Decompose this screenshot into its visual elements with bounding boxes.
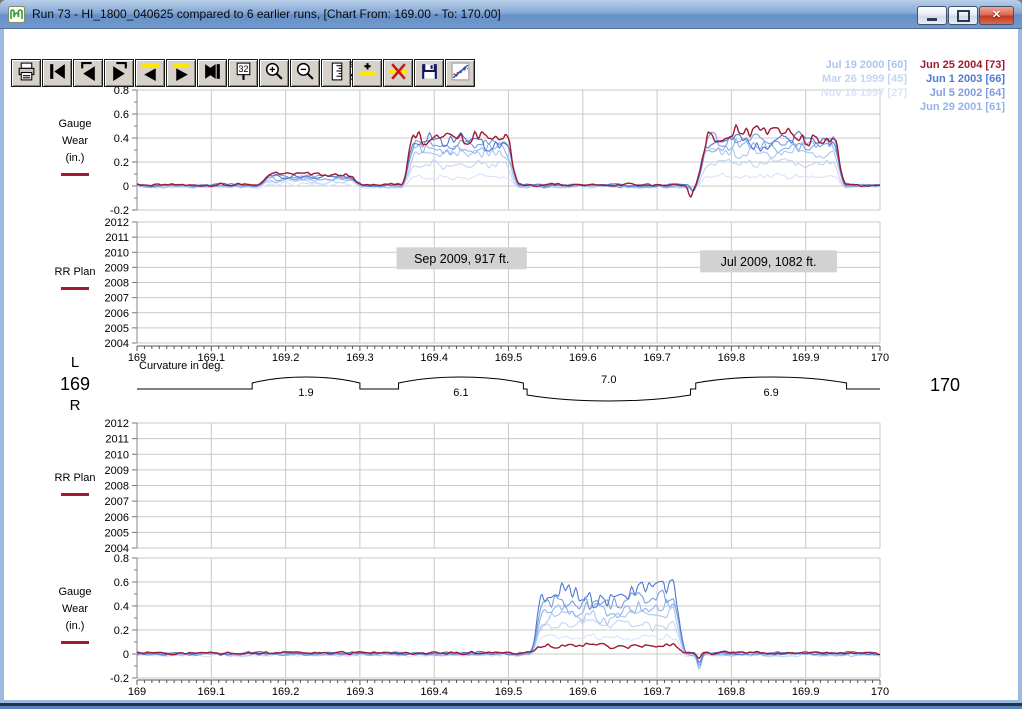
rail-mile-block-left: L 169 R bbox=[40, 352, 110, 416]
app-icon bbox=[8, 6, 25, 23]
section-forward-icon bbox=[109, 61, 130, 85]
side-label-line: Gauge bbox=[40, 584, 110, 601]
legend-entry: Nov 18 1997 [27] bbox=[821, 86, 907, 100]
save-icon bbox=[419, 61, 440, 85]
legend-entry: Jun 29 2001 [61] bbox=[920, 100, 1005, 114]
trend-chart-button[interactable] bbox=[445, 59, 475, 87]
gauge-wear-label-bottom: GaugeWear(in.) bbox=[40, 584, 110, 644]
section-forward-button[interactable] bbox=[104, 59, 134, 87]
legend-entry: Mar 26 1999 [45] bbox=[821, 72, 907, 86]
left-rail-label: L bbox=[40, 352, 110, 373]
gauge-wear-label-top: GaugeWear(in.) bbox=[40, 116, 110, 176]
side-label-line: Gauge bbox=[40, 116, 110, 133]
side-label-line: (in.) bbox=[40, 150, 110, 167]
rr-plan-swatch-bottom bbox=[61, 493, 89, 496]
window-controls: ✕ bbox=[917, 6, 1014, 25]
legend-right-column: Jun 25 2004 [73]Jun 1 2003 [66]Jul 5 200… bbox=[920, 58, 1005, 114]
window-content: 32 Jul 19 2000 [60]Mar 26 1999 [45]Nov 1… bbox=[4, 29, 1018, 700]
legend-entry: Jul 19 2000 [60] bbox=[821, 58, 907, 72]
window-title: Run 73 - HI_1800_040625 compared to 6 ea… bbox=[32, 7, 501, 21]
highlight-back-button[interactable] bbox=[135, 59, 165, 87]
step-forward-icon bbox=[202, 61, 223, 85]
remove-highlight-button[interactable] bbox=[383, 59, 413, 87]
minimize-button[interactable] bbox=[917, 6, 947, 25]
app-window: Run 73 - HI_1800_040625 compared to 6 ea… bbox=[0, 0, 1022, 709]
side-label-line: (in.) bbox=[40, 618, 110, 635]
side-label-line: Wear bbox=[40, 133, 110, 150]
mile-right-label: 170 bbox=[900, 375, 990, 396]
step-back-button[interactable] bbox=[42, 59, 72, 87]
zoom-out-icon bbox=[295, 61, 316, 85]
minimize-icon bbox=[927, 18, 937, 21]
section-back-icon bbox=[78, 61, 99, 85]
milepost-button[interactable]: 32 bbox=[228, 59, 258, 87]
print-button[interactable] bbox=[11, 59, 41, 87]
ruler-button[interactable] bbox=[321, 59, 351, 87]
milepost-icon: 32 bbox=[233, 61, 254, 85]
step-forward-button[interactable] bbox=[197, 59, 227, 87]
rr-plan-label-top: RR Plan bbox=[40, 264, 110, 290]
remove-highlight-icon bbox=[388, 61, 409, 85]
right-rail-label: R bbox=[40, 395, 110, 416]
highlight-back-icon bbox=[140, 61, 161, 85]
rr-plan-label-bottom: RR Plan bbox=[40, 470, 110, 496]
close-icon: ✕ bbox=[992, 10, 1001, 21]
ruler-icon bbox=[326, 61, 347, 85]
printer-icon bbox=[16, 61, 37, 85]
add-highlight-button[interactable] bbox=[352, 59, 382, 87]
maximize-icon bbox=[957, 10, 970, 22]
highlight-forward-icon bbox=[171, 61, 192, 85]
close-button[interactable]: ✕ bbox=[979, 6, 1014, 25]
legend-entry: Jun 1 2003 [66] bbox=[920, 72, 1005, 86]
section-back-button[interactable] bbox=[73, 59, 103, 87]
save-button[interactable] bbox=[414, 59, 444, 87]
legend: Jul 19 2000 [60]Mar 26 1999 [45]Nov 18 1… bbox=[821, 58, 1005, 114]
series-swatch bbox=[61, 641, 89, 644]
trend-chart-icon bbox=[450, 61, 471, 85]
step-back-icon bbox=[47, 61, 68, 85]
legend-entry: Jul 5 2002 [64] bbox=[920, 86, 1005, 100]
mile-left-label: 169 bbox=[40, 373, 110, 395]
series-swatch bbox=[61, 173, 89, 176]
legend-entry: Jun 25 2004 [73] bbox=[920, 58, 1005, 72]
maximize-button[interactable] bbox=[948, 6, 978, 25]
highlight-forward-button[interactable] bbox=[166, 59, 196, 87]
zoom-out-button[interactable] bbox=[290, 59, 320, 87]
zoom-in-button[interactable] bbox=[259, 59, 289, 87]
legend-left-column: Jul 19 2000 [60]Mar 26 1999 [45]Nov 18 1… bbox=[821, 58, 907, 114]
rr-plan-swatch-top bbox=[61, 287, 89, 290]
zoom-in-icon bbox=[264, 61, 285, 85]
side-label-line: Wear bbox=[40, 601, 110, 618]
add-highlight-icon bbox=[357, 61, 378, 85]
rr-plan-text-top: RR Plan bbox=[55, 266, 96, 278]
rr-plan-text-bottom: RR Plan bbox=[55, 472, 96, 484]
toolbar: 32 bbox=[11, 59, 475, 87]
svg-text:32: 32 bbox=[238, 64, 248, 74]
window-bottom-edge bbox=[0, 700, 1022, 709]
titlebar[interactable]: Run 73 - HI_1800_040625 compared to 6 ea… bbox=[0, 0, 1022, 29]
